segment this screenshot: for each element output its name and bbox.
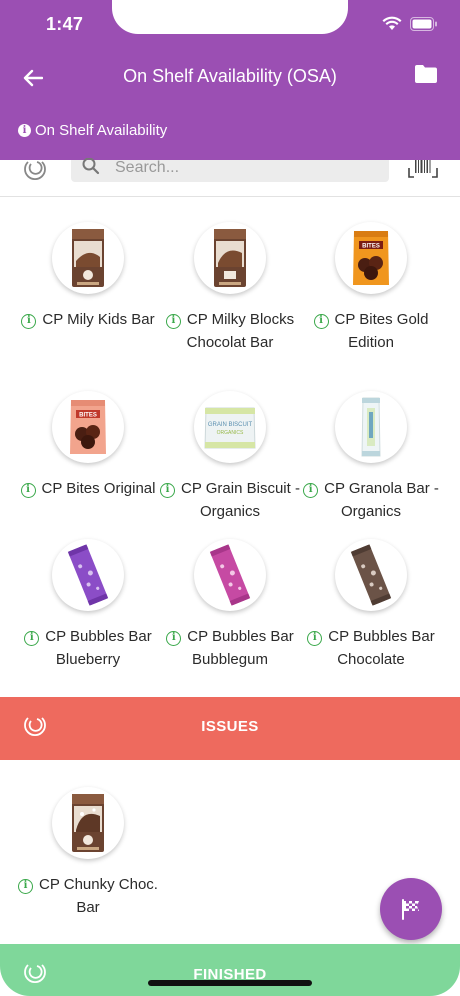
wifi-icon [382, 16, 402, 30]
subtitle-label: On Shelf Availability [35, 122, 168, 139]
search-icon [82, 158, 100, 175]
bites-bag-icon: BITES [70, 400, 106, 454]
product-name: i CP Bites Gold Edition [296, 308, 446, 354]
folder-button[interactable] [414, 64, 440, 90]
svg-text:BITES: BITES [362, 244, 380, 250]
bites-bag-icon: BITES [353, 231, 389, 285]
product-card[interactable]: i CP Mily Kids Bar [13, 222, 163, 331]
back-button[interactable] [18, 64, 48, 92]
product-name: i CP Grain Biscuit - Organics [155, 477, 305, 523]
product-name: i CP Bites Original [13, 477, 163, 500]
info-icon[interactable]: i [20, 483, 36, 498]
product-image [52, 787, 124, 859]
product-image [52, 539, 124, 611]
info-icon[interactable]: i [313, 314, 329, 329]
product-image [194, 539, 266, 611]
info-icon[interactable]: i [24, 631, 40, 646]
app-header: 1:47 On Shelf Availability (OSA) i On Sh… [0, 0, 460, 160]
info-icon: i [18, 124, 31, 137]
product-name: i CP Granola Bar - Organics [296, 477, 446, 523]
product-name: i CP Milky Blocks Chocolat Bar [155, 308, 305, 354]
flag-icon [402, 899, 419, 920]
chocolate-box-icon [214, 229, 246, 287]
svg-text:GRAIN BISCUIT: GRAIN BISCUIT [208, 422, 253, 428]
info-icon[interactable]: i [303, 483, 319, 498]
chocolate-box-icon [72, 229, 104, 287]
status-icons [382, 16, 438, 31]
product-card[interactable]: i CP Bubbles Bar Chocolate [296, 539, 446, 671]
folder-icon [415, 65, 437, 83]
product-image: BITES [52, 391, 124, 463]
status-time: 1:47 [46, 14, 84, 34]
product-name: i CP Mily Kids Bar [13, 308, 163, 331]
product-name: i CP Bubbles Bar Bubblegum [155, 625, 305, 671]
product-name: i CP Bubbles Bar Chocolate [296, 625, 446, 671]
bubbles-bar-icon [209, 544, 251, 606]
home-indicator[interactable] [148, 980, 312, 986]
product-card[interactable]: BITES i CP Bites Gold Edition [296, 222, 446, 354]
search-input[interactable] [71, 157, 389, 179]
granola-bar-icon [361, 397, 381, 457]
grain-biscuit-icon: GRAIN BISCUIT ORGANICS [204, 407, 256, 449]
search-box [71, 157, 389, 182]
product-image [194, 222, 266, 294]
arrow-left-icon [23, 69, 43, 87]
svg-text:ORGANICS: ORGANICS [217, 430, 244, 436]
refresh-icon[interactable] [22, 160, 48, 180]
battery-icon [410, 16, 437, 31]
finish-flag-button[interactable] [380, 878, 442, 940]
info-icon[interactable]: i [21, 314, 37, 329]
product-image [335, 539, 407, 611]
product-card[interactable]: BITES i CP Bites Original [13, 391, 163, 500]
product-image: GRAIN BISCUIT ORGANICS [194, 391, 266, 463]
product-card[interactable]: i CP Granola Bar - Organics [296, 391, 446, 523]
issues-section-header[interactable]: ISSUES [0, 697, 460, 760]
svg-text:BITES: BITES [79, 413, 97, 419]
product-image [335, 391, 407, 463]
issues-label: ISSUES [201, 718, 259, 735]
bubbles-bar-icon [67, 544, 109, 606]
product-card[interactable]: i CP Bubbles Bar Blueberry [13, 539, 163, 671]
search-row [0, 157, 460, 197]
info-icon[interactable]: i [166, 631, 182, 646]
chocolate-box-icon [72, 794, 104, 852]
status-bar: 1:47 [0, 0, 460, 50]
barcode-scan-icon[interactable] [408, 160, 438, 180]
device-notch [112, 0, 348, 34]
info-icon[interactable]: i [165, 314, 181, 329]
product-name: i CP Chunky Choc. Bar [13, 873, 163, 919]
info-icon[interactable]: i [160, 483, 176, 498]
bubbles-bar-icon [350, 544, 392, 606]
info-icon[interactable]: i [307, 631, 323, 646]
finished-section-header[interactable]: FINISHED [0, 944, 460, 996]
product-card[interactable]: GRAIN BISCUIT ORGANICS i CP Grain Biscuit… [155, 391, 305, 523]
info-icon[interactable]: i [18, 879, 34, 894]
product-card[interactable]: i CP Milky Blocks Chocolat Bar [155, 222, 305, 354]
product-image [52, 222, 124, 294]
product-card[interactable]: i CP Bubbles Bar Bubblegum [155, 539, 305, 671]
product-name: i CP Bubbles Bar Blueberry [13, 625, 163, 671]
product-card[interactable]: i CP Chunky Choc. Bar [13, 787, 163, 919]
page-title: On Shelf Availability (OSA) [123, 66, 337, 86]
section-subtitle: i On Shelf Availability [18, 122, 167, 139]
product-image: BITES [335, 222, 407, 294]
